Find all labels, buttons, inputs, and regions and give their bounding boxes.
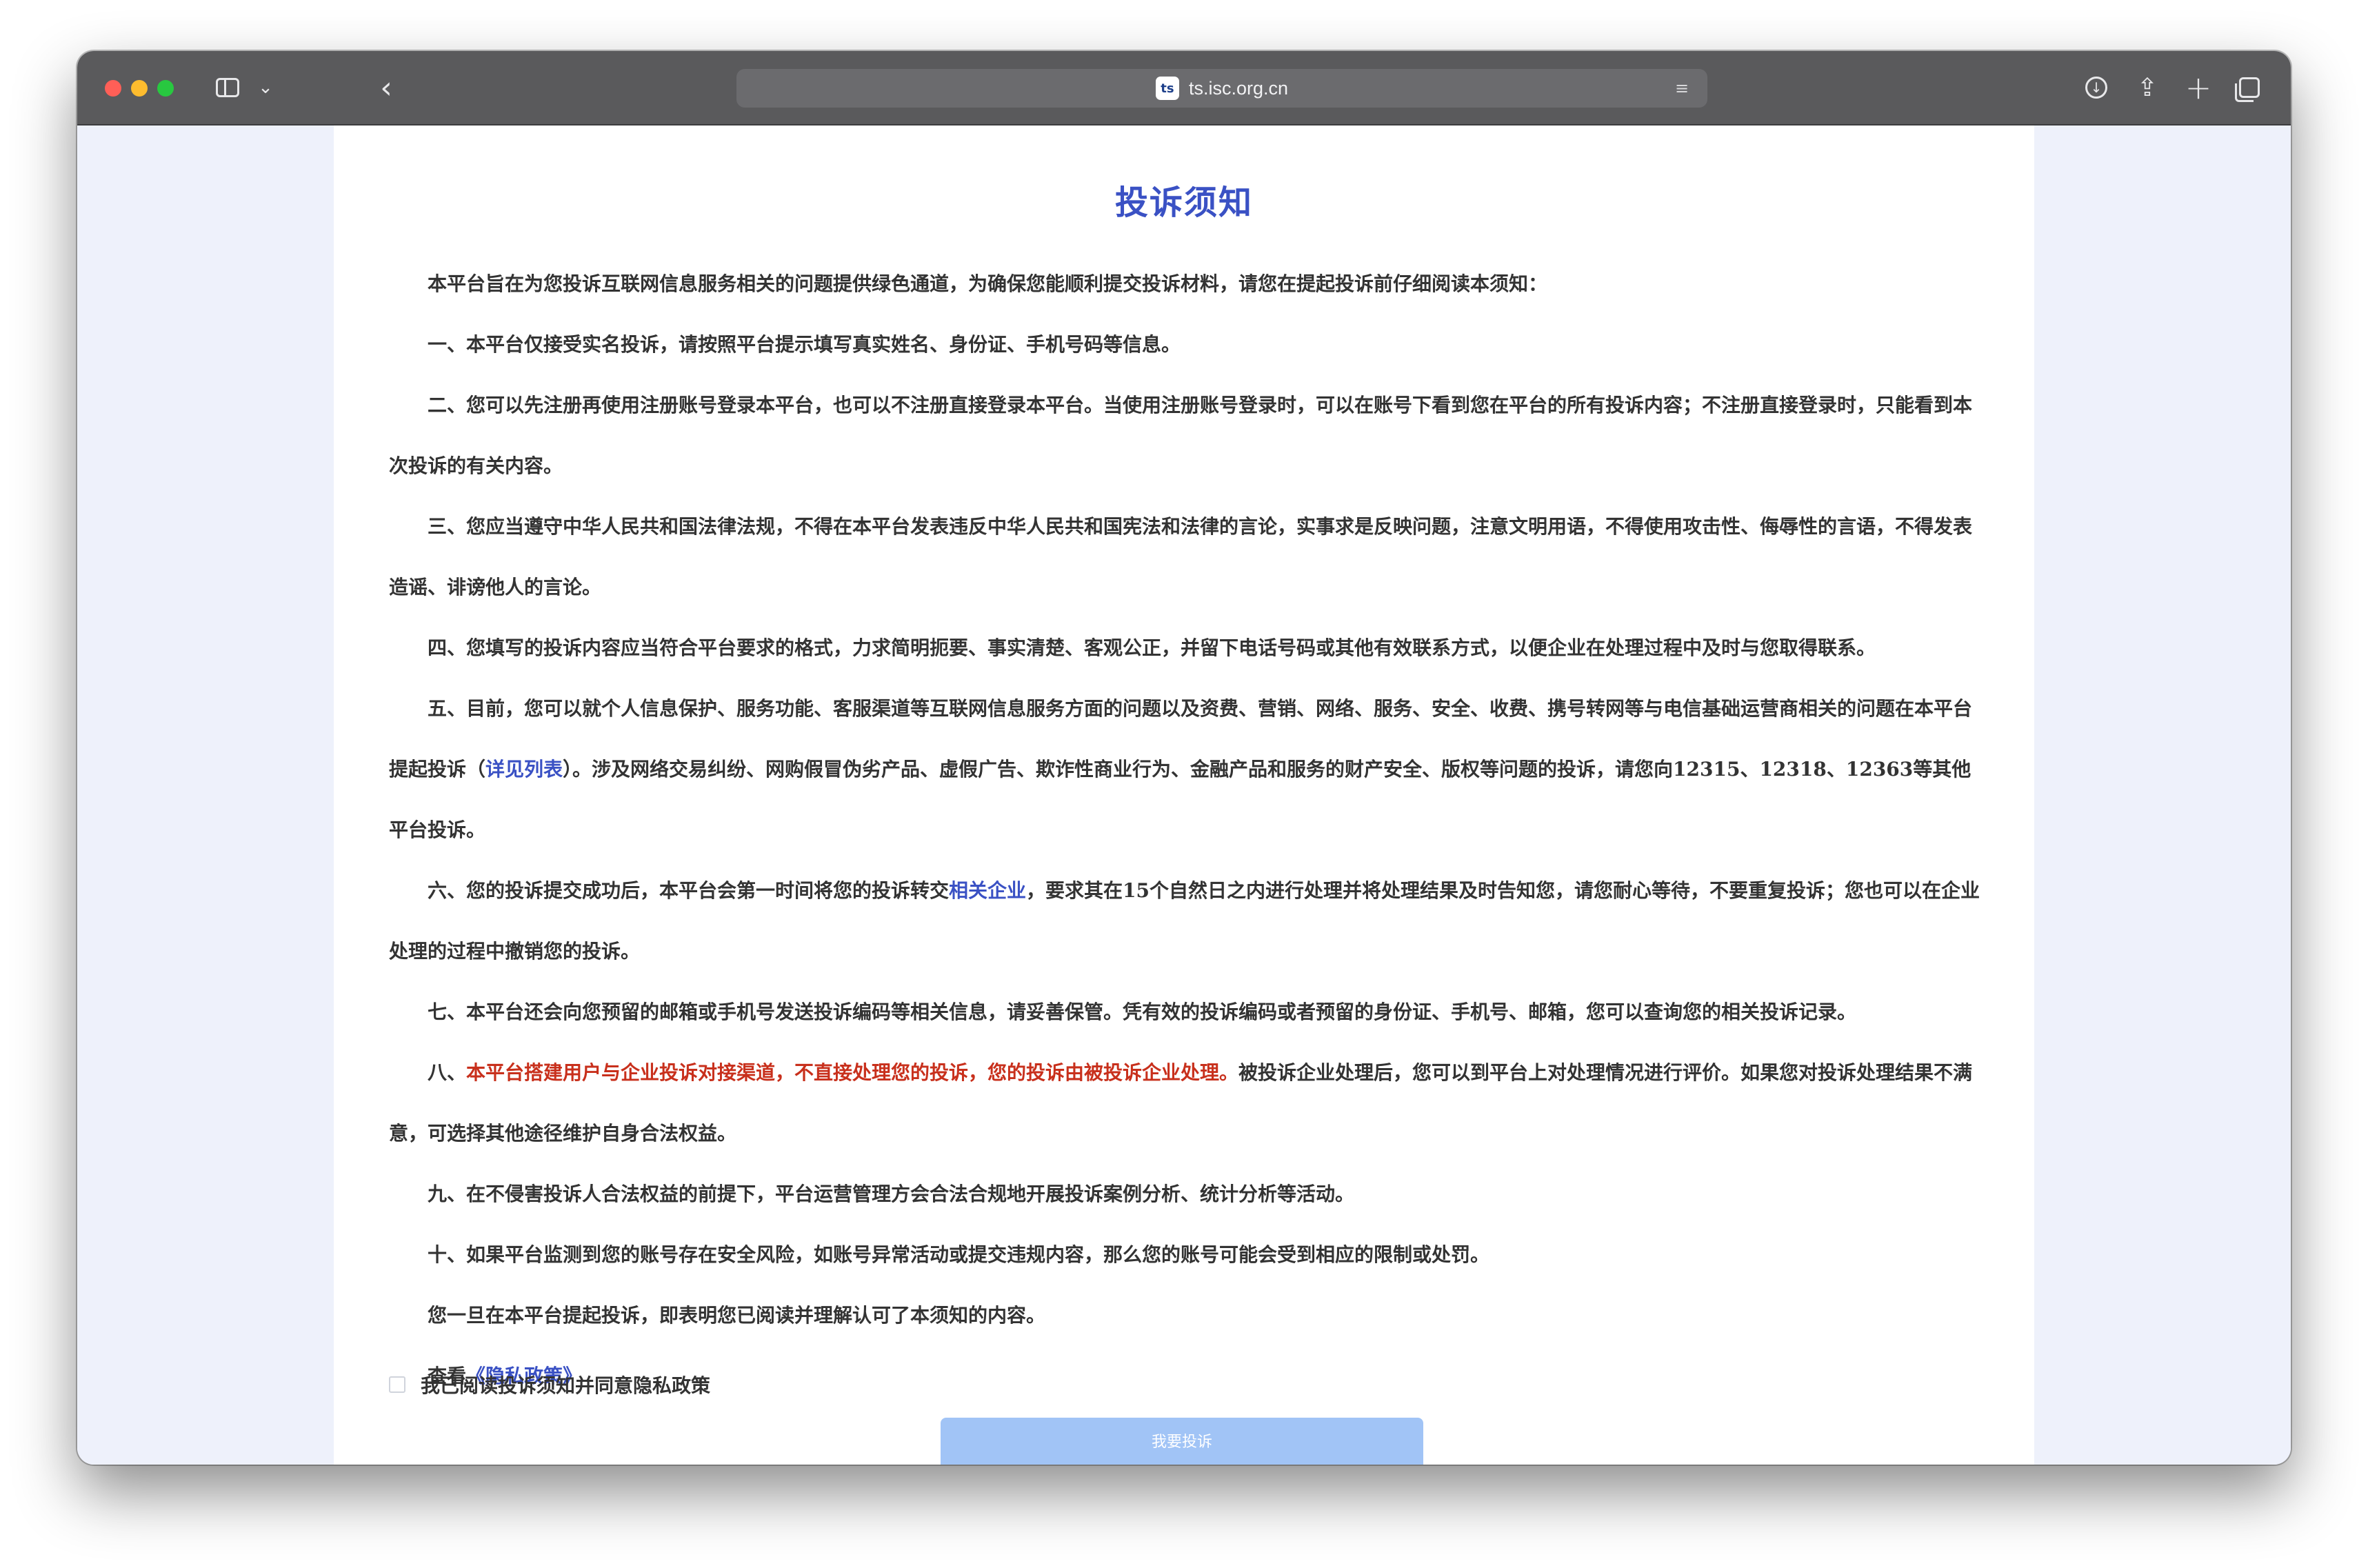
notice-item-5: 五、目前，您可以就个人信息保护、服务功能、客服渠道等互联网信息服务方面的问题以及… [389,679,1982,861]
sidebar-icon[interactable] [212,72,243,103]
agree-label: 我已阅读投诉须知并同意隐私政策 [421,1374,711,1397]
notice-closing: 您一旦在本平台提起投诉，即表明您已阅读并理解认可了本须知的内容。 [428,1304,1046,1327]
address-bar[interactable]: ts ts.isc.org.cn ≡ [736,69,1707,108]
agreement-row[interactable]: 我已阅读投诉须知并同意隐私政策 [389,1369,710,1400]
notice-item-7: 七、本平台还会向您预留的邮箱或手机号发送投诉编码等相关信息，请妥善保管。凭有效的… [428,1001,1857,1023]
close-window-button[interactable] [105,80,121,97]
page-viewport: 投诉须知 本平台旨在为您投诉互联网信息服务相关的问题提供绿色通道，为确保您能顺利… [77,125,2291,1465]
notice-item-10: 十、如果平台监测到您的账号存在安全风险，如账号异常活动或提交违规内容，那么您的账… [428,1243,1490,1266]
zoom-window-button[interactable] [157,80,174,97]
back-arrow-icon[interactable]: ‹ [372,70,400,105]
minimize-window-button[interactable] [131,80,148,97]
notice-item-8: 八、本平台搭建用户与企业投诉对接渠道，不直接处理您的投诉，您的投诉由被投诉企业处… [389,1043,1982,1164]
notice-item-4: 四、您填写的投诉内容应当符合平台要求的格式，力求简明扼要、事实清楚、客观公正，并… [428,636,1876,659]
notice-item-6-text-a: 六、您的投诉提交成功后，本平台会第一时间将您的投诉转交 [428,879,950,902]
submit-complaint-button[interactable]: 我要投诉 [941,1418,1423,1465]
details-list-link[interactable]: 详见列表 [485,758,563,781]
notice-item-2: 二、您可以先注册再使用注册账号登录本平台，也可以不注册直接登录本平台。当使用注册… [389,394,1973,477]
plus-icon[interactable]: + [2183,69,2214,106]
chevron-down-icon[interactable]: ⌄ [255,72,276,103]
notice-item-5-text-b: ）。涉及网络交易纠纷、网购假冒伪劣产品、虚假广告、欺诈性商业行为、金融产品和服务… [389,758,1971,841]
notice-item-6: 六、您的投诉提交成功后，本平台会第一时间将您的投诉转交相关企业，要求其在15个自… [389,861,1982,982]
notice-item-8-text-a: 八、 [428,1061,467,1084]
reader-mode-icon[interactable]: ≡ [1673,79,1691,98]
page-title: 投诉须知 [1114,183,1253,222]
site-favicon-icon: ts [1155,77,1179,100]
notice-panel: 投诉须知 本平台旨在为您投诉互联网信息服务相关的问题提供绿色通道，为确保您能顺利… [334,125,2034,1465]
browser-toolbar: ⌄ ‹ ts ts.isc.org.cn ≡ ↓ ⇪ + [77,51,2291,125]
agree-checkbox[interactable] [389,1376,405,1393]
notice-item-8-warning: 本平台搭建用户与企业投诉对接渠道，不直接处理您的投诉，您的投诉由被投诉企业处理。 [466,1061,1239,1084]
download-icon[interactable]: ↓ [2081,72,2111,103]
notice-item-1: 一、本平台仅接受实名投诉，请按照平台提示填写真实姓名、身份证、手机号码等信息。 [428,333,1181,356]
share-icon[interactable]: ⇪ [2132,72,2163,103]
related-companies-link[interactable]: 相关企业 [949,879,1026,902]
tabs-icon[interactable] [2234,72,2265,103]
notice-item-9: 九、在不侵害投诉人合法权益的前提下，平台运营管理方会合法合规地开展投诉案例分析、… [428,1183,1355,1205]
notice-item-3: 三、您应当遵守中华人民共和国法律法规，不得在本平台发表违反中华人民共和国宪法和法… [389,515,1973,599]
notice-content: 本平台旨在为您投诉互联网信息服务相关的问题提供绿色通道，为确保您能顺利提交投诉材… [389,254,1982,1407]
browser-window: ⌄ ‹ ts ts.isc.org.cn ≡ ↓ ⇪ + 投诉须知 本平台旨在为… [77,51,2291,1465]
notice-intro: 本平台旨在为您投诉互联网信息服务相关的问题提供绿色通道，为确保您能顺利提交投诉材… [428,272,1548,295]
url-text[interactable]: ts.isc.org.cn [1189,78,1288,99]
